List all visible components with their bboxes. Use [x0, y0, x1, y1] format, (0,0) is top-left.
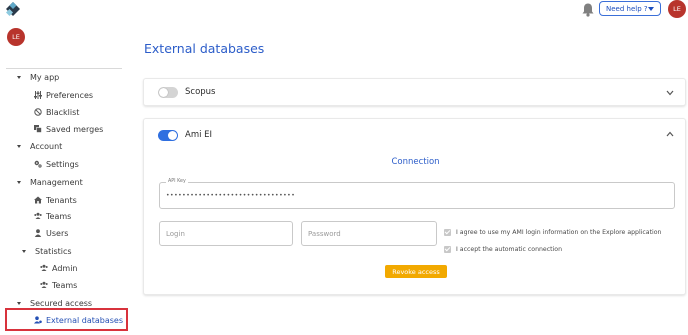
api-key-field[interactable]: API Key •••••••••••••••••••••••••••••••• [159, 179, 675, 209]
chevron-down-icon[interactable] [666, 90, 674, 96]
sidebar: My app Preferences Blacklist Saved merge… [0, 20, 130, 335]
login-placeholder: Login [166, 229, 185, 238]
sidebar-item-label: Preferences [46, 90, 94, 100]
users-icon [40, 264, 48, 271]
sidebar-item-label: Statistics [35, 246, 72, 256]
need-help-button[interactable]: Need help ? [599, 1, 661, 16]
accept-row: I accept the automatic connection [444, 244, 562, 254]
sidebar-item-label: Tenants [46, 195, 77, 205]
scopus-label: Scopus [185, 87, 216, 97]
ami-label: Ami EI [185, 130, 213, 140]
sidebar-item-tenants[interactable]: Tenants [34, 192, 77, 208]
caret-down-icon [648, 7, 654, 11]
revoke-access-button[interactable]: Revoke access [385, 265, 447, 278]
sliders-icon [34, 91, 42, 99]
sidebar-group-my-app[interactable]: My app [17, 69, 59, 85]
scopus-toggle[interactable] [158, 87, 178, 98]
sidebar-item-label: Account [30, 141, 63, 151]
active-item-highlight [5, 308, 128, 331]
agree-checkbox[interactable] [444, 228, 451, 236]
page-title: External databases [144, 41, 265, 56]
sidebar-item-stats-admin[interactable]: Admin [40, 260, 78, 276]
login-input[interactable]: Login [159, 221, 293, 246]
api-key-value: •••••••••••••••••••••••••••••••• [166, 192, 296, 199]
user-icon [34, 229, 42, 237]
sidebar-item-users[interactable]: Users [34, 225, 68, 241]
sidebar-item-label: Saved merges [46, 124, 104, 134]
accept-checkbox[interactable] [444, 245, 451, 253]
scopus-card: Scopus [143, 78, 686, 106]
ami-card: Ami EI Connection API Key ••••••••••••••… [143, 118, 686, 295]
toggle-knob [159, 88, 168, 97]
sidebar-group-statistics[interactable]: Statistics [22, 243, 72, 259]
chevron-up-icon[interactable] [666, 131, 674, 137]
ban-icon [34, 108, 42, 116]
users-icon [34, 212, 42, 219]
caret-down-icon [17, 180, 21, 184]
accept-label: I accept the automatic connection [456, 245, 562, 253]
connection-title: Connection [391, 157, 440, 167]
sidebar-item-preferences[interactable]: Preferences [34, 87, 93, 103]
sidebar-item-label: Blacklist [46, 107, 80, 117]
copy-icon [34, 125, 42, 133]
bell-icon[interactable] [581, 2, 595, 17]
sidebar-item-label: Teams [46, 211, 72, 221]
revoke-label: Revoke access [392, 267, 440, 276]
sidebar-group-management[interactable]: Management [17, 174, 83, 190]
sidebar-item-label: Management [30, 177, 83, 187]
top-bar: Need help ? LE [0, 0, 688, 20]
sidebar-item-label: My app [30, 72, 60, 82]
avatar-initials: LE [673, 5, 681, 13]
sidebar-item-stats-teams[interactable]: Teams [40, 277, 77, 293]
caret-down-icon [17, 75, 21, 79]
caret-down-icon [22, 249, 26, 253]
toggle-knob [168, 131, 177, 140]
caret-down-icon [17, 144, 21, 148]
api-key-label: API Key [166, 179, 188, 184]
password-placeholder: Password [308, 229, 341, 238]
caret-down-icon [17, 301, 21, 305]
sidebar-group-account[interactable]: Account [17, 138, 62, 154]
password-input[interactable]: Password [301, 221, 437, 246]
home-icon [34, 196, 42, 204]
sidebar-item-teams[interactable]: Teams [34, 208, 71, 224]
agree-label: I agree to use my AMI login information … [456, 228, 662, 236]
sidebar-item-label: Settings [46, 159, 79, 169]
need-help-label: Need help ? [606, 4, 648, 13]
sidebar-item-label: Users [46, 228, 69, 238]
agree-row: I agree to use my AMI login information … [444, 227, 661, 237]
cogs-icon [34, 160, 42, 168]
sidebar-item-label: Secured access [30, 298, 93, 308]
sidebar-item-label: Teams [52, 280, 78, 290]
users-icon [40, 281, 48, 288]
ami-toggle[interactable] [158, 130, 178, 141]
sidebar-item-blacklist[interactable]: Blacklist [34, 104, 79, 120]
sidebar-item-label: Admin [52, 263, 78, 273]
sidebar-item-saved-merges[interactable]: Saved merges [34, 121, 103, 137]
user-avatar[interactable]: LE [668, 0, 686, 18]
app-logo-icon[interactable] [6, 2, 20, 16]
sidebar-item-settings[interactable]: Settings [34, 156, 79, 172]
